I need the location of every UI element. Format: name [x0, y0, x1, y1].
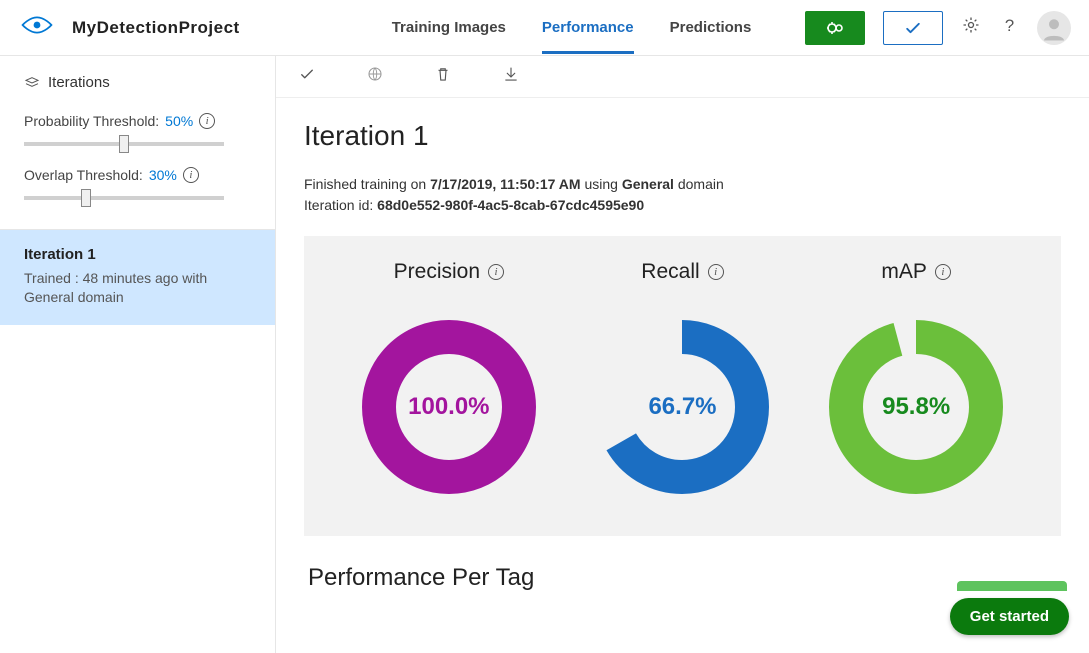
probability-threshold-slider[interactable] [24, 142, 224, 146]
sidebar: Iterations Probability Threshold: 50% i … [0, 56, 276, 653]
header-bar: MyDetectionProject Training Images Perfo… [0, 0, 1089, 56]
metric-donut: 100.0% [354, 312, 544, 502]
train-button[interactable] [805, 11, 865, 45]
publish-icon[interactable] [366, 65, 384, 88]
overlap-threshold-label: Overlap Threshold: [24, 167, 143, 183]
iteration-meta: Trained : 48 minutes ago with General do… [24, 269, 251, 307]
metric-value: 66.7% [587, 312, 777, 502]
metric-label: Recall i [641, 260, 723, 284]
layers-icon [24, 75, 40, 91]
metric-value: 100.0% [354, 312, 544, 502]
logo-icon [20, 14, 54, 41]
metric-recall: Recall i 66.7% [587, 260, 777, 502]
metric-precision: Precision i 100.0% [354, 260, 544, 502]
default-icon[interactable] [298, 65, 316, 88]
overlap-threshold-slider[interactable] [24, 196, 224, 200]
metric-map: mAP i 95.8% [821, 260, 1011, 502]
probability-threshold-label: Probability Threshold: [24, 113, 159, 129]
iteration-title: Iteration 1 [304, 120, 1061, 152]
metric-label: mAP i [881, 260, 951, 284]
tab-predictions[interactable]: Predictions [670, 1, 752, 54]
training-status: Finished training on 7/17/2019, 11:50:17… [304, 174, 1061, 216]
delete-icon[interactable] [434, 65, 452, 88]
project-title: MyDetectionProject [72, 18, 240, 38]
iterations-heading: Iterations [24, 74, 251, 91]
metric-label: Precision i [394, 260, 504, 284]
info-icon[interactable]: i [183, 167, 199, 183]
settings-icon[interactable] [961, 15, 981, 40]
iteration-list-item[interactable]: Iteration 1 Trained : 48 minutes ago wit… [0, 229, 275, 325]
download-icon[interactable] [502, 65, 520, 88]
info-icon[interactable]: i [708, 264, 724, 280]
iteration-toolbar [276, 56, 1089, 98]
metric-donut: 66.7% [587, 312, 777, 502]
metrics-panel: Precision i 100.0% Recall i 66.7% mAP i 95.8% [304, 236, 1061, 536]
overlap-threshold-row: Overlap Threshold: 30% i [24, 167, 251, 183]
metric-donut: 95.8% [821, 312, 1011, 502]
performance-per-tag-heading: Performance Per Tag [308, 564, 1061, 592]
info-icon[interactable]: i [935, 264, 951, 280]
help-icon[interactable]: ? [999, 15, 1019, 40]
info-icon[interactable]: i [199, 113, 215, 129]
iterations-heading-text: Iterations [48, 74, 110, 91]
quicktest-button[interactable] [883, 11, 943, 45]
svg-text:?: ? [1005, 16, 1014, 35]
main-panel: Iteration 1 Finished training on 7/17/20… [276, 56, 1089, 653]
get-started-tab [957, 581, 1067, 591]
main-tabs: Training Images Performance Predictions [392, 1, 752, 54]
info-icon[interactable]: i [488, 264, 504, 280]
iteration-name: Iteration 1 [24, 246, 251, 263]
probability-threshold-row: Probability Threshold: 50% i [24, 113, 251, 129]
overlap-threshold-value: 30% [149, 167, 177, 183]
get-started-button[interactable]: Get started [950, 598, 1069, 635]
tab-performance[interactable]: Performance [542, 1, 634, 54]
header-actions: ? [805, 11, 1071, 45]
tab-training-images[interactable]: Training Images [392, 1, 506, 54]
probability-threshold-value: 50% [165, 113, 193, 129]
user-avatar[interactable] [1037, 11, 1071, 45]
metric-value: 95.8% [821, 312, 1011, 502]
